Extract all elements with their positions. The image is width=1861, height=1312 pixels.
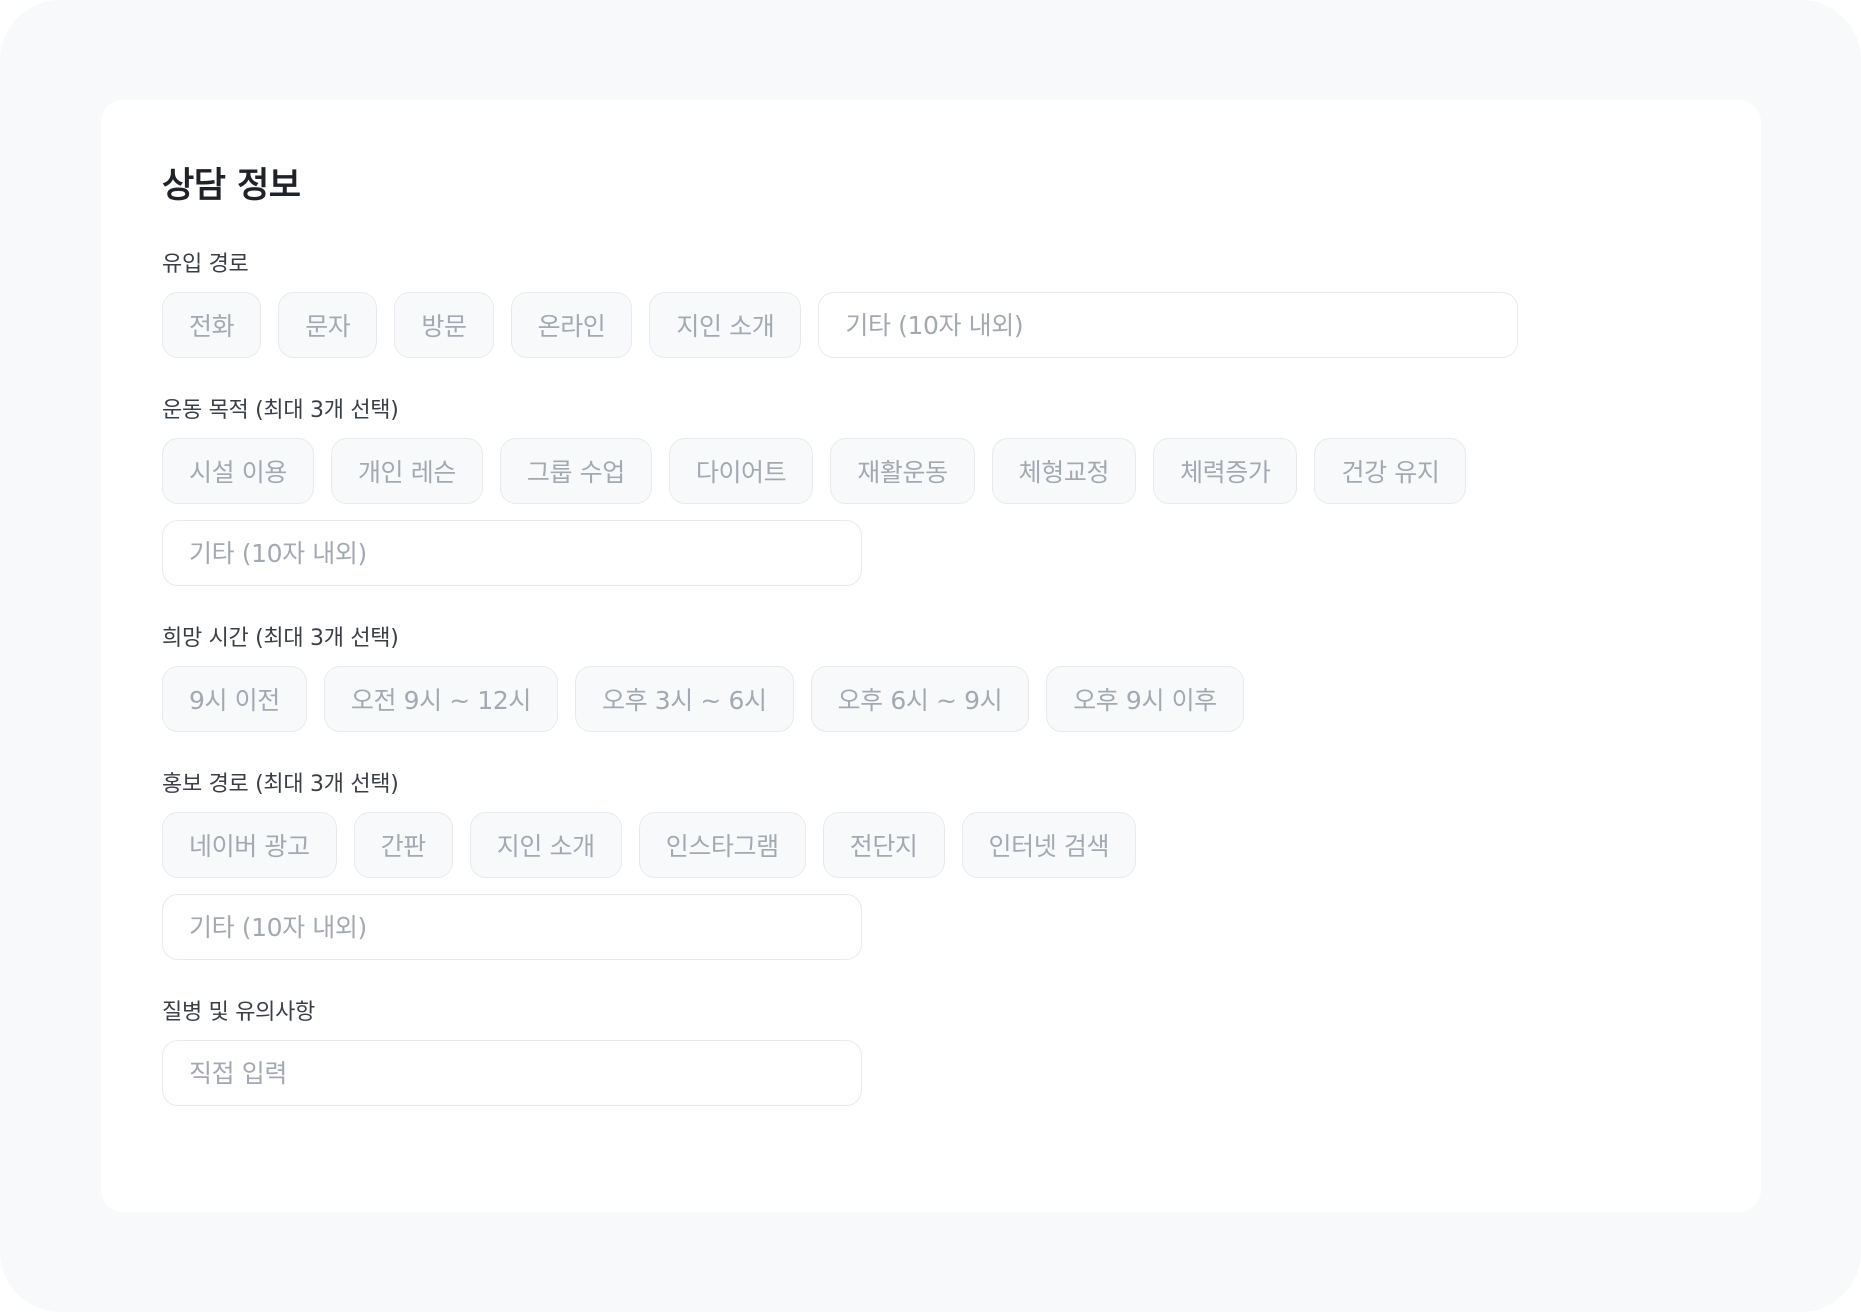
inflow-option-visit[interactable]: 방문 bbox=[394, 292, 494, 358]
purpose-option-facility[interactable]: 시설 이용 bbox=[162, 438, 314, 504]
purpose-option-posture[interactable]: 체형교정 bbox=[991, 438, 1137, 504]
time-option-before-9[interactable]: 9시 이전 bbox=[162, 666, 307, 732]
health-input-row bbox=[162, 1040, 1761, 1106]
inflow-option-sms[interactable]: 문자 bbox=[278, 292, 378, 358]
purpose-option-diet[interactable]: 다이어트 bbox=[668, 438, 814, 504]
purpose-etc-input[interactable] bbox=[162, 520, 862, 586]
time-option-after-21[interactable]: 오후 9시 이후 bbox=[1046, 666, 1244, 732]
time-section: 희망 시간 (최대 3개 선택) 9시 이전 오전 9시 ~ 12시 오후 3시… bbox=[162, 624, 1761, 732]
purpose-option-personal-lesson[interactable]: 개인 레슨 bbox=[330, 438, 483, 504]
time-option-15-18[interactable]: 오후 3시 ~ 6시 bbox=[574, 666, 794, 732]
inflow-option-online[interactable]: 온라인 bbox=[510, 292, 633, 358]
promotion-option-flyer[interactable]: 전단지 bbox=[822, 812, 945, 878]
inflow-option-phone[interactable]: 전화 bbox=[162, 292, 262, 358]
inflow-label: 유입 경로 bbox=[162, 252, 249, 277]
consultation-card: 상담 정보 유입 경로 전화 문자 방문 온라인 지인 소개 운동 목적 (최대… bbox=[101, 100, 1761, 1212]
purpose-section: 운동 목적 (최대 3개 선택) 시설 이용 개인 레슨 그룹 수업 다이어트 … bbox=[162, 396, 1761, 586]
promotion-label: 홍보 경로 (최대 3개 선택) bbox=[162, 772, 399, 797]
health-notes-input[interactable] bbox=[162, 1040, 862, 1106]
health-label: 질병 및 유의사항 bbox=[162, 1000, 315, 1025]
page-title: 상담 정보 bbox=[162, 166, 301, 206]
time-option-18-21[interactable]: 오후 6시 ~ 9시 bbox=[810, 666, 1030, 732]
time-options: 9시 이전 오전 9시 ~ 12시 오후 3시 ~ 6시 오후 6시 ~ 9시 … bbox=[162, 666, 1761, 732]
purpose-option-stamina[interactable]: 체력증가 bbox=[1153, 438, 1298, 504]
page-background: 상담 정보 유입 경로 전화 문자 방문 온라인 지인 소개 운동 목적 (최대… bbox=[0, 0, 1861, 1312]
time-label: 희망 시간 (최대 3개 선택) bbox=[162, 626, 399, 651]
promotion-option-referral[interactable]: 지인 소개 bbox=[469, 812, 622, 878]
promotion-options: 네이버 광고 간판 지인 소개 인스타그램 전단지 인터넷 검색 bbox=[162, 812, 1761, 878]
purpose-option-health[interactable]: 건강 유지 bbox=[1314, 438, 1467, 504]
promotion-option-web-search[interactable]: 인터넷 검색 bbox=[961, 812, 1137, 878]
promotion-section: 홍보 경로 (최대 3개 선택) 네이버 광고 간판 지인 소개 인스타그램 전… bbox=[162, 770, 1761, 960]
purpose-options: 시설 이용 개인 레슨 그룹 수업 다이어트 재활운동 체형교정 체력증가 건강… bbox=[162, 438, 1761, 504]
promotion-option-instagram[interactable]: 인스타그램 bbox=[638, 812, 806, 878]
inflow-option-referral[interactable]: 지인 소개 bbox=[649, 292, 802, 358]
purpose-etc-row bbox=[162, 520, 1761, 586]
inflow-etc-input[interactable] bbox=[818, 292, 1519, 358]
time-option-9-12[interactable]: 오전 9시 ~ 12시 bbox=[323, 666, 558, 732]
inflow-options: 전화 문자 방문 온라인 지인 소개 bbox=[162, 292, 1761, 358]
promotion-etc-row bbox=[162, 894, 1761, 960]
promotion-option-naver-ad[interactable]: 네이버 광고 bbox=[162, 812, 337, 878]
purpose-option-rehab[interactable]: 재활운동 bbox=[830, 438, 975, 504]
purpose-option-group-class[interactable]: 그룹 수업 bbox=[499, 438, 652, 504]
inflow-section: 유입 경로 전화 문자 방문 온라인 지인 소개 bbox=[162, 250, 1761, 358]
purpose-label: 운동 목적 (최대 3개 선택) bbox=[162, 398, 399, 423]
promotion-etc-input[interactable] bbox=[162, 894, 862, 960]
promotion-option-signboard[interactable]: 간판 bbox=[353, 812, 453, 878]
health-section: 질병 및 유의사항 bbox=[162, 998, 1761, 1106]
